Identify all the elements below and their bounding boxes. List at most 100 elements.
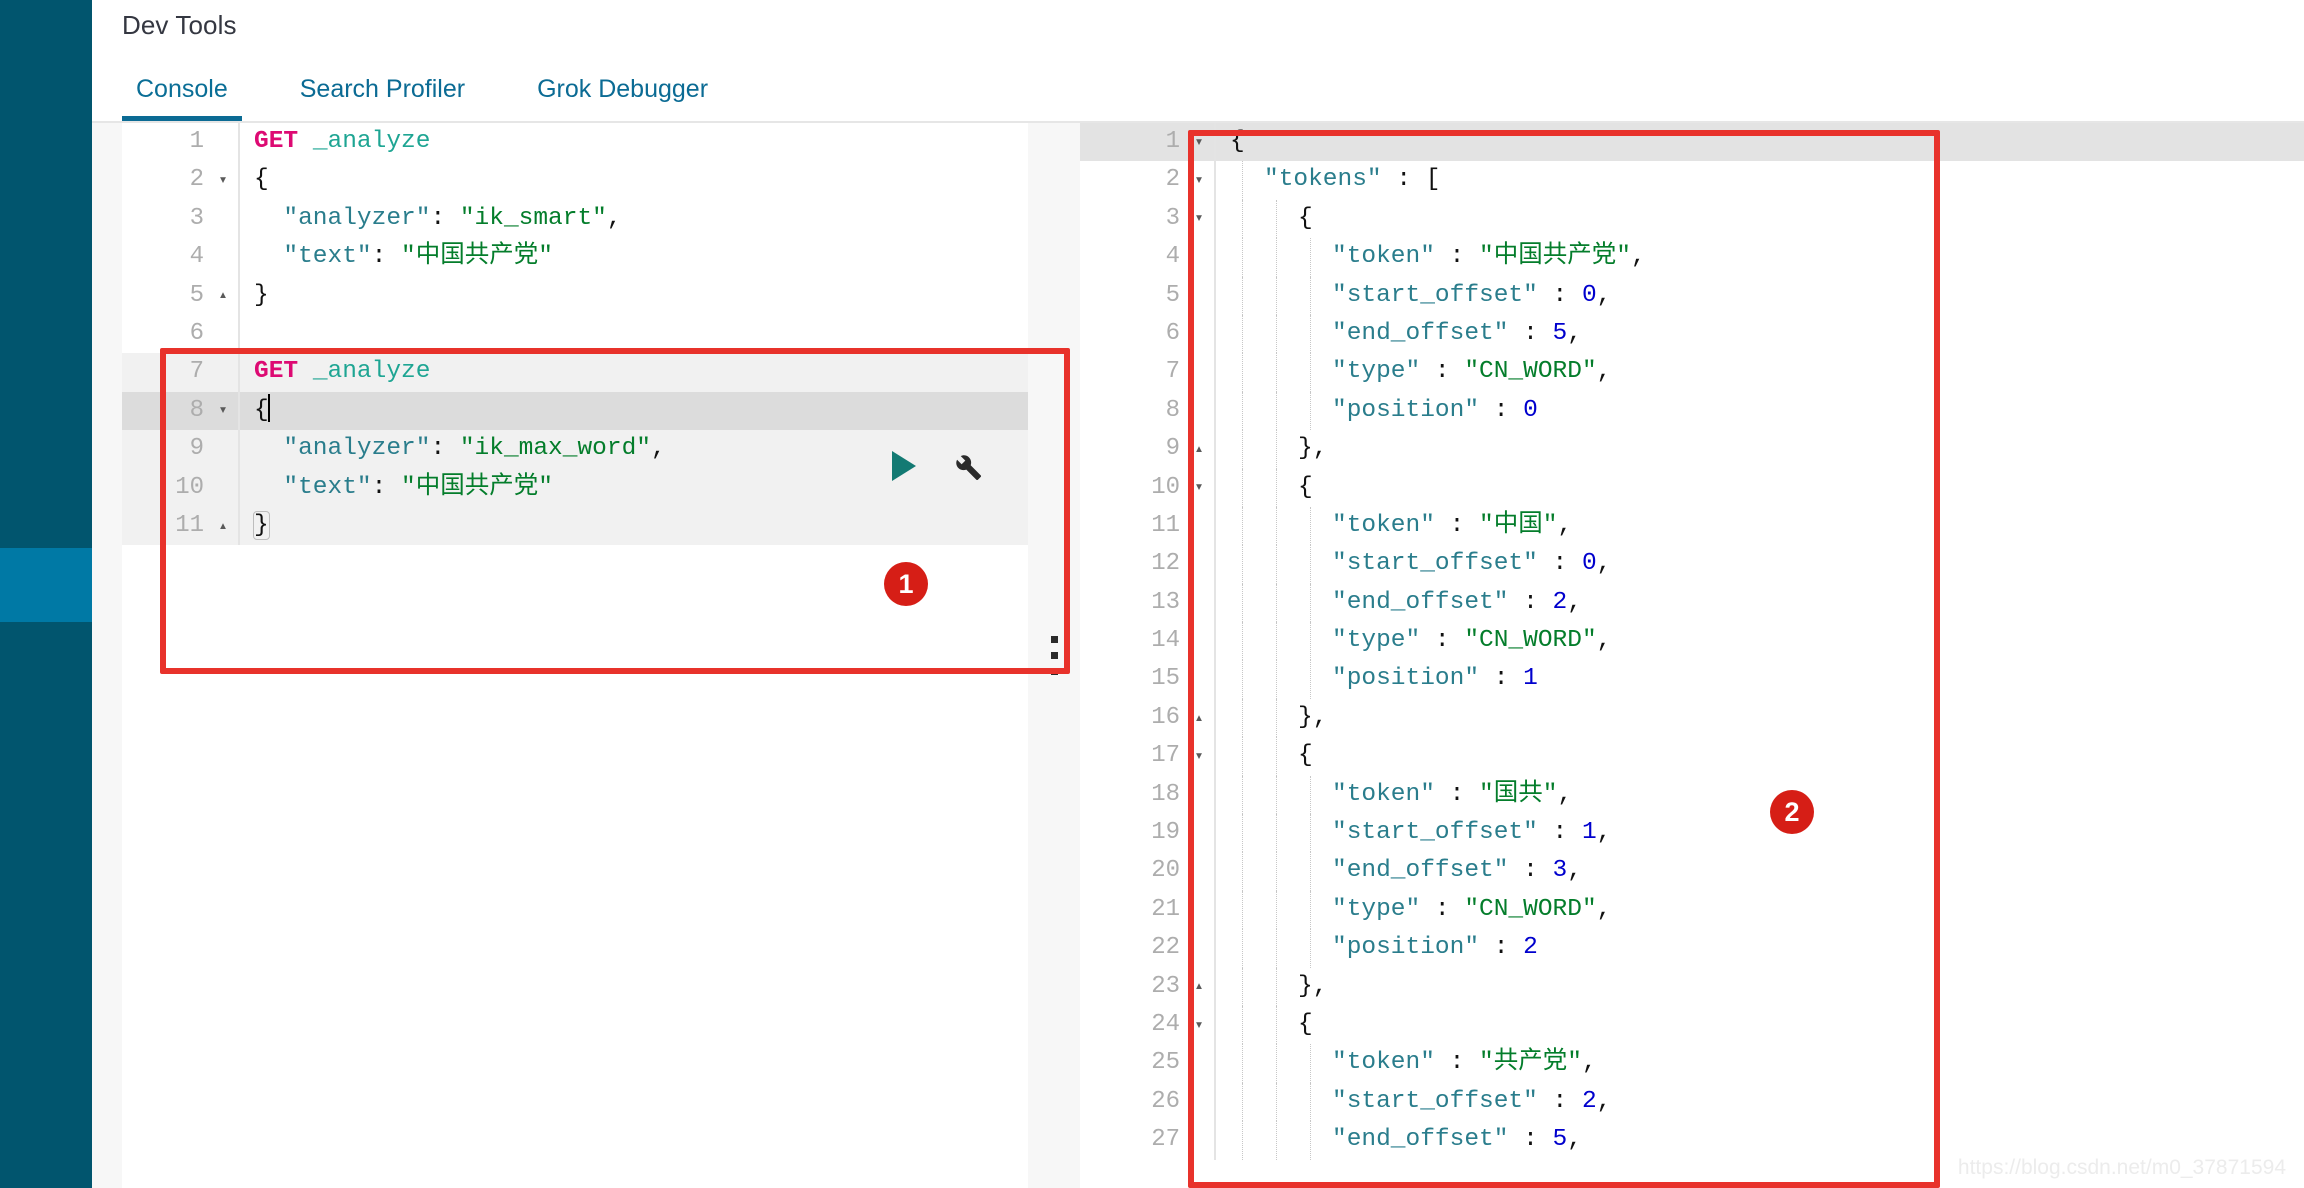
code-token: "end_offset"	[1332, 589, 1508, 616]
code-line[interactable]: 19"start_offset" : 1,	[1080, 814, 2304, 852]
code-token: "analyzer"	[283, 435, 430, 462]
indent-guide	[1242, 776, 1243, 814]
fold-collapse-icon[interactable]: ▾	[1184, 211, 1214, 226]
line-number: 25	[1080, 1044, 1184, 1082]
fold-collapse-icon[interactable]: ▾	[1184, 749, 1214, 764]
line-number: 18	[1080, 776, 1184, 814]
code-line[interactable]: 27 "end_offset" : 5,	[1080, 1121, 2304, 1159]
code-token: },	[1298, 435, 1327, 462]
code-line[interactable]: 16▴},	[1080, 699, 2304, 737]
fold-expand-icon[interactable]: ▴	[1184, 442, 1214, 457]
code-line[interactable]: 26"start_offset" : 2,	[1080, 1083, 2304, 1121]
code-text: "end_offset" : 5,	[1216, 1121, 2304, 1159]
code-line[interactable]: 23▴},	[1080, 968, 2304, 1006]
sidebar-item-management[interactable]: t	[0, 710, 92, 756]
code-line[interactable]: 4 "text": "中国共产党"	[122, 238, 1028, 276]
fold-expand-icon[interactable]: ▴	[1184, 979, 1214, 994]
code-line[interactable]: 10▾{	[1080, 469, 2304, 507]
code-line[interactable]: 7"type" : "CN_WORD",	[1080, 353, 2304, 391]
line-number: 21	[1080, 891, 1184, 929]
indent-guide	[1310, 507, 1311, 545]
tab-bar: Console Search Profiler Grok Debugger	[92, 41, 2304, 123]
code-line[interactable]: 3 "analyzer": "ik_smart",	[122, 200, 1028, 238]
code-line[interactable]: 24▾{	[1080, 1006, 2304, 1044]
code-token: 2	[1582, 1088, 1597, 1115]
fold-collapse-icon[interactable]: ▾	[208, 403, 238, 418]
code-line[interactable]: 1GET _analyze	[122, 123, 1028, 161]
play-icon[interactable]	[892, 451, 916, 481]
tab-search-profiler[interactable]: Search Profiler	[286, 77, 479, 121]
code-line[interactable]: 17▾{	[1080, 737, 2304, 775]
indent-guide	[1242, 699, 1243, 737]
code-line[interactable]: 11▴}	[122, 507, 1028, 545]
response-viewer-pane[interactable]: 1▾{2▾"tokens" : [3▾{4"token" : "中国共产党",5…	[1080, 123, 2304, 1188]
code-line[interactable]: 3▾{	[1080, 200, 2304, 238]
code-line[interactable]: 5"start_offset" : 0,	[1080, 277, 2304, 315]
fold-expand-icon[interactable]: ▴	[208, 519, 238, 534]
code-token: 2	[1553, 589, 1568, 616]
code-token: "text"	[283, 474, 371, 501]
code-token	[298, 358, 313, 385]
code-token: :	[1435, 1049, 1479, 1076]
response-viewer[interactable]: 1▾{2▾"tokens" : [3▾{4"token" : "中国共产党",5…	[1080, 123, 2304, 1188]
code-line[interactable]: 14"type" : "CN_WORD",	[1080, 622, 2304, 660]
code-line[interactable]: 5▴}	[122, 277, 1028, 315]
wrench-icon[interactable]	[950, 449, 984, 483]
code-line[interactable]: 1▾{	[1080, 123, 2304, 161]
code-line[interactable]: 9▴},	[1080, 430, 2304, 468]
tab-label: Console	[136, 75, 228, 103]
code-token: }	[254, 512, 269, 539]
code-line[interactable]: 7GET _analyze	[122, 353, 1028, 391]
fold-expand-icon[interactable]: ▴	[1184, 711, 1214, 726]
code-line[interactable]: 2▾"tokens" : [	[1080, 161, 2304, 199]
line-number: 27	[1080, 1121, 1184, 1159]
code-token: :	[1479, 665, 1523, 692]
pane-resize-handle[interactable]	[1028, 123, 1080, 1188]
request-editor-pane[interactable]: 1GET _analyze2▾{3 "analyzer": "ik_smart"…	[122, 123, 1028, 1188]
code-line[interactable]: 12"start_offset" : 0,	[1080, 545, 2304, 583]
code-line[interactable]: 20"end_offset" : 3,	[1080, 852, 2304, 890]
code-line[interactable]: 11"token" : "中国",	[1080, 507, 2304, 545]
global-sidebar-nav: rning e t	[0, 0, 92, 1188]
code-line[interactable]: 4"token" : "中国共产党",	[1080, 238, 2304, 276]
code-line[interactable]: 6	[122, 315, 1028, 353]
fold-expand-icon[interactable]: ▴	[208, 288, 238, 303]
code-token: :	[1435, 512, 1479, 539]
code-line[interactable]: 2▾{	[122, 161, 1028, 199]
code-line[interactable]: 22"position" : 2	[1080, 929, 2304, 967]
tab-grok-debugger[interactable]: Grok Debugger	[523, 77, 722, 121]
code-line[interactable]: 25"token" : "共产党",	[1080, 1044, 2304, 1082]
tab-console[interactable]: Console	[122, 77, 242, 121]
indent-guide	[1242, 814, 1243, 852]
sidebar-item-dev-tools[interactable]	[0, 548, 92, 622]
line-number: 5	[1080, 277, 1184, 315]
code-token: :	[1382, 166, 1426, 193]
sidebar-item-pipeline[interactable]: e	[0, 262, 92, 308]
code-token: {	[1230, 128, 1245, 155]
code-token: 5	[1553, 1126, 1568, 1153]
code-line[interactable]: 8▾{	[122, 392, 1028, 430]
fold-collapse-icon[interactable]: ▾	[1184, 173, 1214, 188]
fold-collapse-icon[interactable]: ▾	[1184, 480, 1214, 495]
line-number: 15	[1080, 660, 1184, 698]
line-number: 5	[122, 277, 208, 315]
request-editor[interactable]: 1GET _analyze2▾{3 "analyzer": "ik_smart"…	[122, 123, 1028, 1188]
code-line[interactable]: 8"position" : 0	[1080, 392, 2304, 430]
code-line[interactable]: 18"token" : "国共",	[1080, 776, 2304, 814]
fold-collapse-icon[interactable]: ▾	[1184, 135, 1214, 150]
sidebar-item-machine-learning[interactable]: rning	[0, 190, 92, 236]
line-number: 7	[122, 353, 208, 391]
indent-guide	[1242, 507, 1243, 545]
code-line[interactable]: 6"end_offset" : 5,	[1080, 315, 2304, 353]
indent-guide	[1242, 968, 1243, 1006]
fold-collapse-icon[interactable]: ▾	[1184, 1018, 1214, 1033]
code-token: :	[1420, 358, 1464, 385]
code-token: :	[1508, 1126, 1552, 1153]
code-token: :	[1508, 857, 1552, 884]
code-line[interactable]: 13"end_offset" : 2,	[1080, 584, 2304, 622]
code-token: "中国共产党"	[401, 474, 553, 501]
fold-collapse-icon[interactable]: ▾	[208, 173, 238, 188]
code-text: "type" : "CN_WORD",	[1216, 353, 2304, 391]
code-line[interactable]: 15"position" : 1	[1080, 660, 2304, 698]
code-line[interactable]: 21"type" : "CN_WORD",	[1080, 891, 2304, 929]
